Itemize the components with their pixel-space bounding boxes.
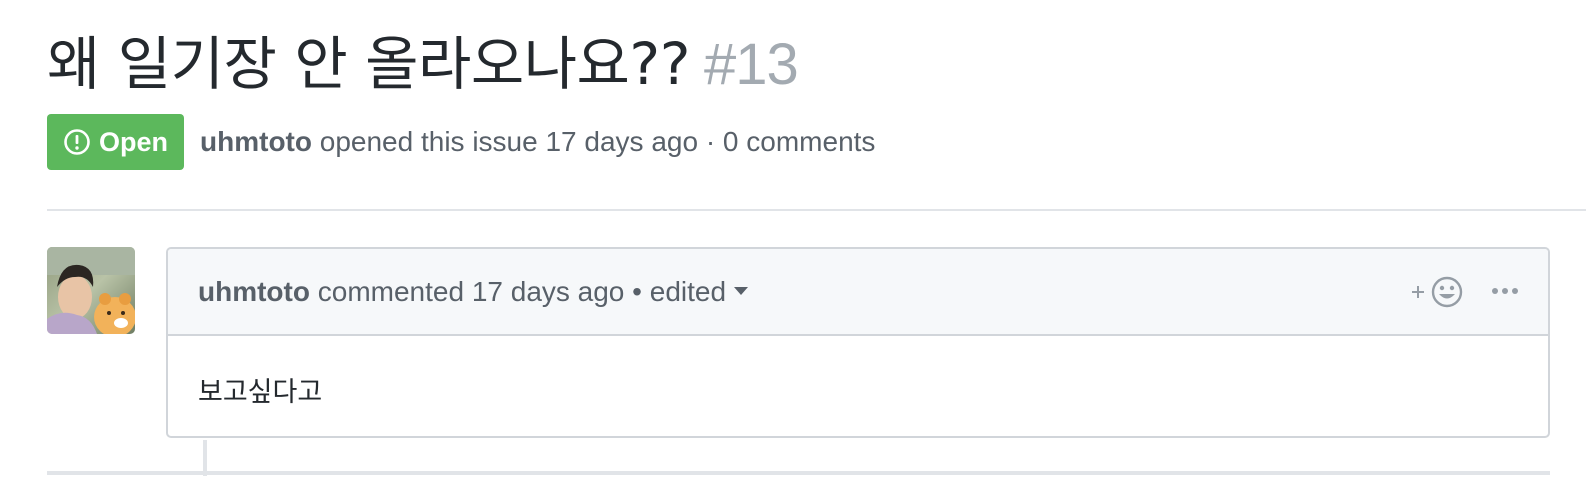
issue-title-row: 왜 일기장 안 올라오나요?? #13	[47, 26, 799, 103]
kebab-horizontal-icon	[1492, 288, 1518, 294]
issue-title: 왜 일기장 안 올라오나요??	[47, 30, 690, 98]
comment-options-button[interactable]	[1490, 277, 1520, 305]
comment-box: uhmtoto commented 17 days ago • edited 보…	[166, 247, 1550, 438]
issue-meta: Open uhmtoto opened this issue 17 days a…	[47, 114, 875, 170]
comment-author-link[interactable]: uhmtoto	[198, 276, 310, 307]
chevron-down-icon[interactable]	[734, 287, 749, 296]
header-divider	[47, 209, 1586, 211]
issue-author-link[interactable]: uhmtoto	[200, 126, 312, 157]
comment-meta: uhmtoto commented 17 days ago • edited	[198, 276, 749, 308]
issue-number: #13	[703, 32, 799, 97]
add-reaction-icon	[1412, 276, 1463, 308]
timeline-divider	[47, 471, 1550, 475]
issue-state-label: Open	[99, 126, 169, 157]
avatar[interactable]	[47, 247, 135, 334]
comment-header: uhmtoto commented 17 days ago • edited	[168, 249, 1548, 336]
issue-opened-icon	[64, 129, 90, 155]
issue-opened-text: opened this issue 17 days ago · 0 commen…	[319, 126, 876, 157]
issue-meta-text: uhmtoto opened this issue 17 days ago · …	[200, 126, 875, 158]
add-reaction-button[interactable]	[1410, 275, 1466, 309]
issue-state-badge: Open	[47, 114, 185, 170]
comment-meta-text[interactable]: commented 17 days ago • edited	[318, 276, 726, 307]
comment-body: 보고싶다고	[198, 377, 323, 408]
